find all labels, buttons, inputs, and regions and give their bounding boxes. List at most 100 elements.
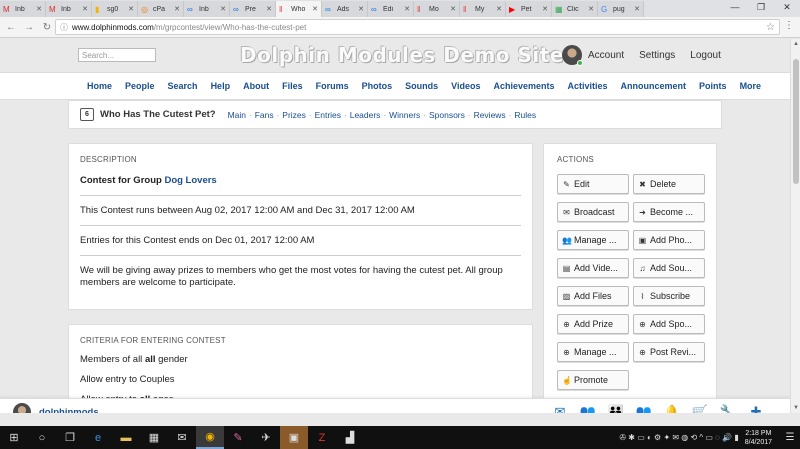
account-link[interactable]: Logout [690, 50, 721, 61]
windows-start-icon[interactable]: ⊞ [0, 426, 28, 449]
browser-menu-icon[interactable]: ⋮ [784, 20, 794, 31]
nav-item[interactable]: Files [282, 81, 303, 91]
subnav-link[interactable]: Entries [315, 110, 341, 120]
subnav-link[interactable]: Leaders [350, 110, 381, 120]
browser-tab[interactable]: ◎ cPa ✕ [138, 1, 184, 17]
browser-tab[interactable]: ‖ My ✕ [460, 1, 506, 17]
edge-icon[interactable]: e [84, 426, 112, 449]
nav-item[interactable]: Announcement [621, 81, 687, 91]
group-link[interactable]: Dog Lovers [164, 175, 216, 186]
tab-close-icon[interactable]: ✕ [404, 5, 410, 13]
subnav-link[interactable]: Winners [389, 110, 420, 120]
tab-close-icon[interactable]: ✕ [220, 5, 226, 13]
mail-icon[interactable]: ✉13 [546, 404, 574, 413]
action-button[interactable]: ✉ Broadcast [557, 202, 629, 222]
nav-item[interactable]: Activities [568, 81, 608, 91]
action-button[interactable]: 👥 Manage ... [557, 230, 629, 250]
browser-tab[interactable]: M Inb ✕ [0, 1, 46, 17]
subnav-link[interactable]: Reviews [474, 110, 506, 120]
account-link[interactable]: Settings [639, 50, 675, 61]
user-avatar-small[interactable] [13, 403, 31, 413]
nav-item[interactable]: About [243, 81, 269, 91]
site-search-input[interactable]: Search... [78, 48, 156, 62]
browser-tab[interactable]: ∞ Inb ✕ [184, 1, 230, 17]
photo-app-icon[interactable]: ▣ [280, 426, 308, 449]
action-button[interactable]: ♫ Add Sou... [633, 258, 705, 278]
new-tab-button[interactable] [644, 1, 666, 17]
browser-tab[interactable]: ∞ Ads ✕ [322, 1, 368, 17]
close-window-icon[interactable]: ✕ [774, 0, 800, 17]
group-icon[interactable]: 👥 [630, 404, 658, 413]
task-view-icon[interactable]: ❐ [56, 426, 84, 449]
site-title[interactable]: Dolphin Modules Demo Site [240, 43, 564, 67]
nav-item[interactable]: Photos [362, 81, 393, 91]
action-button[interactable]: ✖ Delete [633, 174, 705, 194]
bell-icon[interactable]: 🔔 [658, 404, 686, 413]
action-button[interactable]: ▣ Add Pho... [633, 230, 705, 250]
bookmark-star-icon[interactable]: ☆ [766, 22, 775, 33]
tab-close-icon[interactable]: ✕ [36, 5, 42, 13]
action-button[interactable]: ⊕ Add Spo... [633, 314, 705, 334]
action-button[interactable]: ✎ Edit [557, 174, 629, 194]
username-link[interactable]: dolphinmods [39, 407, 99, 413]
nav-item[interactable]: Home [87, 81, 112, 91]
scroll-up-icon[interactable]: ▲ [791, 41, 800, 47]
tab-close-icon[interactable]: ✕ [634, 5, 640, 13]
tab-close-icon[interactable]: ✕ [128, 5, 134, 13]
cortana-icon[interactable]: ○ [28, 426, 56, 449]
action-button[interactable]: ➜ Become ... [633, 202, 705, 222]
browser-tab[interactable]: ∞ Pre ✕ [230, 1, 276, 17]
action-button[interactable]: ▤ Add Vide... [557, 258, 629, 278]
account-link[interactable]: Account [588, 50, 624, 61]
browser-tab[interactable]: ▦ Clic ✕ [552, 1, 598, 17]
action-button[interactable]: ⌇ Subscribe [633, 286, 705, 306]
action-button[interactable]: ⊕ Manage ... [557, 342, 629, 362]
restore-icon[interactable]: ❐ [748, 0, 774, 17]
subnav-link[interactable]: Main [228, 110, 246, 120]
mail-app-icon[interactable]: ✉ [168, 426, 196, 449]
app-icon[interactable]: ✈ [252, 426, 280, 449]
reload-icon[interactable]: ↻ [40, 22, 54, 33]
browser-tab[interactable]: M Inb ✕ [46, 1, 92, 17]
browser-tab[interactable]: Gpug ✕ [598, 1, 644, 17]
tab-close-icon[interactable]: ✕ [312, 5, 318, 13]
tab-close-icon[interactable]: ✕ [496, 5, 502, 13]
nav-item[interactable]: Points [699, 81, 727, 91]
browser-tab[interactable]: ▮ sg0 ✕ [92, 1, 138, 17]
nav-item[interactable]: Forums [316, 81, 349, 91]
tab-close-icon[interactable]: ✕ [588, 5, 594, 13]
subnav-link[interactable]: Rules [514, 110, 536, 120]
friends-icon[interactable]: 👥 [574, 404, 602, 413]
tab-close-icon[interactable]: ✕ [174, 5, 180, 13]
action-button[interactable]: ☝ Promote [557, 370, 629, 390]
tab-close-icon[interactable]: ✕ [266, 5, 272, 13]
people-icon[interactable]: 👪 [602, 404, 630, 413]
scrollbar-thumb[interactable] [793, 59, 799, 184]
action-center-icon[interactable]: ☰ [780, 432, 800, 443]
forward-icon[interactable]: → [22, 22, 36, 33]
tab-close-icon[interactable]: ✕ [450, 5, 456, 13]
tab-close-icon[interactable]: ✕ [542, 5, 548, 13]
page-scrollbar[interactable]: ▲ ▼ [790, 39, 800, 413]
subnav-link[interactable]: Sponsors [429, 110, 465, 120]
nav-item[interactable]: Videos [451, 81, 480, 91]
action-button[interactable]: ⊕ Add Prize [557, 314, 629, 334]
browser-tab[interactable]: ‖ Mo ✕ [414, 1, 460, 17]
paint-icon[interactable]: ✎ [224, 426, 252, 449]
user-avatar[interactable] [562, 45, 583, 66]
browser-tab[interactable]: ∞ Edi ✕ [368, 1, 414, 17]
action-button[interactable]: ▨ Add Files [557, 286, 629, 306]
cart-icon[interactable]: 🛒 [686, 404, 714, 413]
browser-tab[interactable]: ‖ Who ✕ [276, 1, 322, 17]
nav-item[interactable]: Achievements [493, 81, 554, 91]
nav-item[interactable]: Sounds [405, 81, 438, 91]
store-icon[interactable]: ▦ [140, 426, 168, 449]
subnav-link[interactable]: Prizes [282, 110, 306, 120]
network-app-icon[interactable]: ▟ [336, 426, 364, 449]
subnav-link[interactable]: Fans [255, 110, 274, 120]
file-explorer-icon[interactable]: ▬ [112, 426, 140, 449]
action-button[interactable]: ⊕ Post Revi... [633, 342, 705, 362]
filezilla-icon[interactable]: Z [308, 426, 336, 449]
tray-icons[interactable]: ✇ ✱ ▭ ◐ ⚙ ✦ ✉ ◍ ⟲ ^ ▭ ◌ 🔊 ▮ [619, 433, 738, 442]
browser-tab[interactable]: ▶ Pet ✕ [506, 1, 552, 17]
